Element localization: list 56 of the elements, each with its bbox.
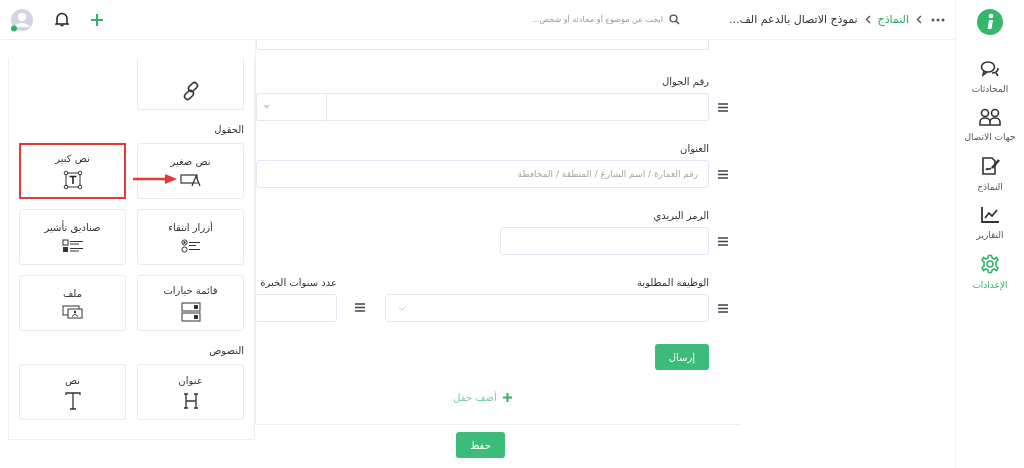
section-heading: النصوص <box>209 345 244 356</box>
text-field-icon <box>179 172 202 187</box>
text-icon <box>64 391 81 410</box>
input-field[interactable]: رقم العمارة / اسم الشارع / المنطقة / المحافظة <box>256 160 709 188</box>
heading-icon <box>181 391 200 410</box>
palette-item[interactable]: أزرار انتقاء <box>137 209 244 265</box>
select-field[interactable] <box>385 294 709 322</box>
plus-icon[interactable] <box>90 12 104 27</box>
chevron-icon <box>916 15 922 24</box>
avatar-icon[interactable] <box>10 7 34 32</box>
input-field[interactable] <box>256 40 709 50</box>
checkbox-list-icon <box>61 238 84 253</box>
field-label: رقم الجوال <box>662 76 709 87</box>
dropdown-list-icon <box>180 301 201 322</box>
search-icon <box>669 14 680 25</box>
field-label: الرمز البريدي <box>653 210 709 221</box>
more-icon[interactable] <box>931 17 945 22</box>
drag-handle-icon[interactable] <box>718 170 728 179</box>
people-icon <box>979 108 1001 126</box>
plus-icon <box>502 393 512 402</box>
palette-item[interactable]: نص <box>19 364 126 420</box>
palette-item[interactable]: قائمة خيارات <box>137 275 244 331</box>
palette-item[interactable]: نص صغير <box>137 143 244 199</box>
palette-item[interactable]: صناديق تأشير <box>19 209 126 265</box>
section-heading: الحقول <box>214 124 244 135</box>
nav-item[interactable]: جهات الاتصال <box>964 108 1016 142</box>
palette-item[interactable]: ملف <box>19 275 126 331</box>
palette-item[interactable] <box>137 58 244 110</box>
input-field[interactable] <box>255 294 337 322</box>
nav-item[interactable]: النماذج <box>977 156 1003 192</box>
field-label: العنوان <box>680 143 709 154</box>
palette-item[interactable]: نص كبير <box>19 143 126 199</box>
bell-icon[interactable] <box>55 12 69 27</box>
text-box-icon <box>62 169 83 190</box>
document-pen-icon <box>980 156 1000 176</box>
settings-icon <box>980 254 1000 274</box>
chevron-icon <box>864 15 871 24</box>
logo-icon[interactable] <box>976 8 1004 36</box>
input-field[interactable] <box>500 227 709 255</box>
nav-item[interactable]: التقارير <box>976 206 1004 240</box>
palette-item[interactable]: عنوان <box>137 364 244 420</box>
chart-icon <box>980 206 1000 224</box>
phone-input[interactable] <box>326 93 709 121</box>
drag-handle-icon[interactable] <box>718 237 728 246</box>
breadcrumb-current: نموذج الاتصال بالدعم الف... <box>729 13 858 26</box>
nav-item[interactable]: المحادثات <box>971 60 1009 94</box>
radio-list-icon <box>180 238 201 253</box>
field-label: الوظيفة المطلوبة <box>637 277 709 288</box>
field-label: عدد سنوات الخبرة <box>260 277 337 288</box>
file-image-icon <box>61 304 84 319</box>
drag-handle-icon[interactable] <box>355 303 365 312</box>
caret-icon <box>398 305 406 311</box>
drag-handle-icon[interactable] <box>718 103 728 112</box>
chat-icon <box>980 60 1000 78</box>
drag-handle-icon[interactable] <box>718 304 728 313</box>
caret-icon <box>263 105 270 109</box>
